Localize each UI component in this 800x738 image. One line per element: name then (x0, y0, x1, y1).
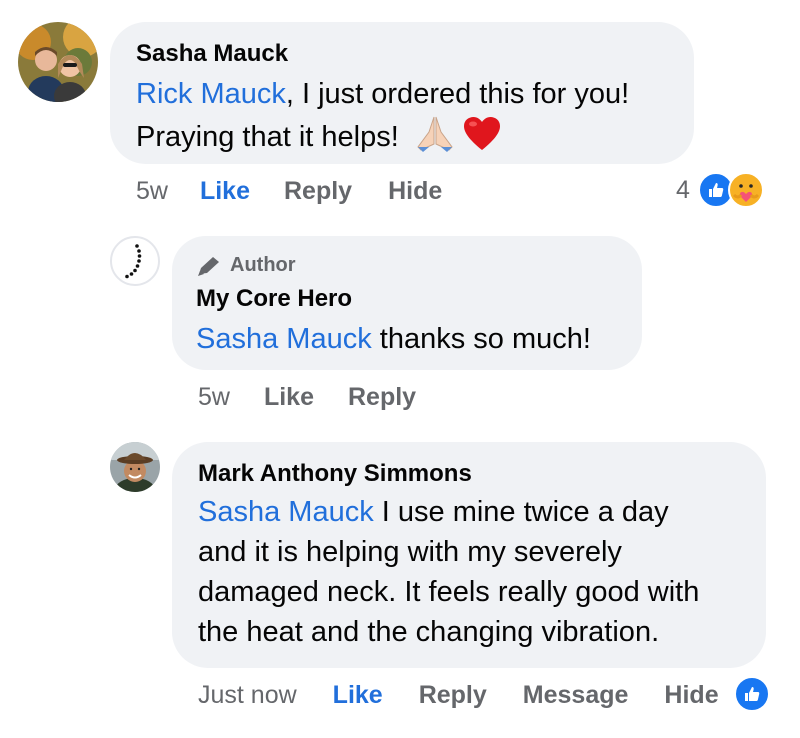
like-icon (734, 676, 770, 712)
reaction-summary[interactable]: 4 (676, 172, 764, 208)
pencil-icon (196, 255, 222, 277)
comment-timestamp[interactable]: Just now (198, 681, 297, 710)
comment-timestamp[interactable]: 5w (198, 383, 230, 412)
comment-bubble: Author My Core Hero Sasha Mauck thanks s… (172, 236, 642, 370)
reaction-summary[interactable] (734, 676, 770, 712)
comment-author-name[interactable]: Mark Anthony Simmons (198, 460, 742, 488)
mention-link[interactable]: Sasha Mauck (198, 496, 374, 528)
mention-link[interactable]: Sasha Mauck (196, 323, 372, 355)
like-button[interactable]: Like (264, 383, 314, 412)
like-button[interactable]: Like (333, 681, 383, 710)
author-badge: Author (196, 254, 618, 277)
hide-button[interactable]: Hide (388, 177, 442, 206)
avatar-mark-anthony-simmons[interactable] (110, 442, 160, 492)
comment-bubble: Sasha Mauck Rick Mauck, I just ordered t… (110, 22, 694, 164)
hide-button[interactable]: Hide (664, 681, 718, 710)
avatar-my-core-hero[interactable] (110, 236, 160, 286)
comment-author-name[interactable]: Sasha Mauck (136, 40, 668, 68)
author-badge-label: Author (230, 254, 296, 276)
comment-bubble: Mark Anthony Simmons Sasha Mauck I use m… (172, 442, 766, 668)
comment-actions: 5w Like Reply Hide (136, 175, 442, 207)
like-button[interactable]: Like (200, 177, 250, 206)
comment-actions: 5w Like Reply (198, 381, 416, 413)
reply-button[interactable]: Reply (348, 383, 416, 412)
comment-text: Sasha Mauck thanks so much! (196, 323, 591, 355)
comment-text: Rick Mauck, I just ordered this for you!… (136, 74, 668, 163)
care-icon (727, 172, 764, 208)
message-button[interactable]: Message (523, 681, 629, 710)
reply-button[interactable]: Reply (419, 681, 487, 710)
comment-timestamp[interactable]: 5w (136, 177, 168, 206)
folded-hands-emoji (415, 114, 455, 163)
comment-text: Sasha Mauck I use mine twice a day and i… (198, 496, 700, 648)
reply-button[interactable]: Reply (284, 177, 352, 206)
red-heart-emoji (463, 116, 501, 163)
comment-actions: Just now Like Reply Message Hide (198, 679, 719, 711)
comment-author-name[interactable]: My Core Hero (196, 285, 618, 313)
mention-link[interactable]: Rick Mauck (136, 78, 286, 110)
avatar-sasha-mauck[interactable] (18, 22, 98, 102)
reaction-count: 4 (676, 175, 690, 204)
